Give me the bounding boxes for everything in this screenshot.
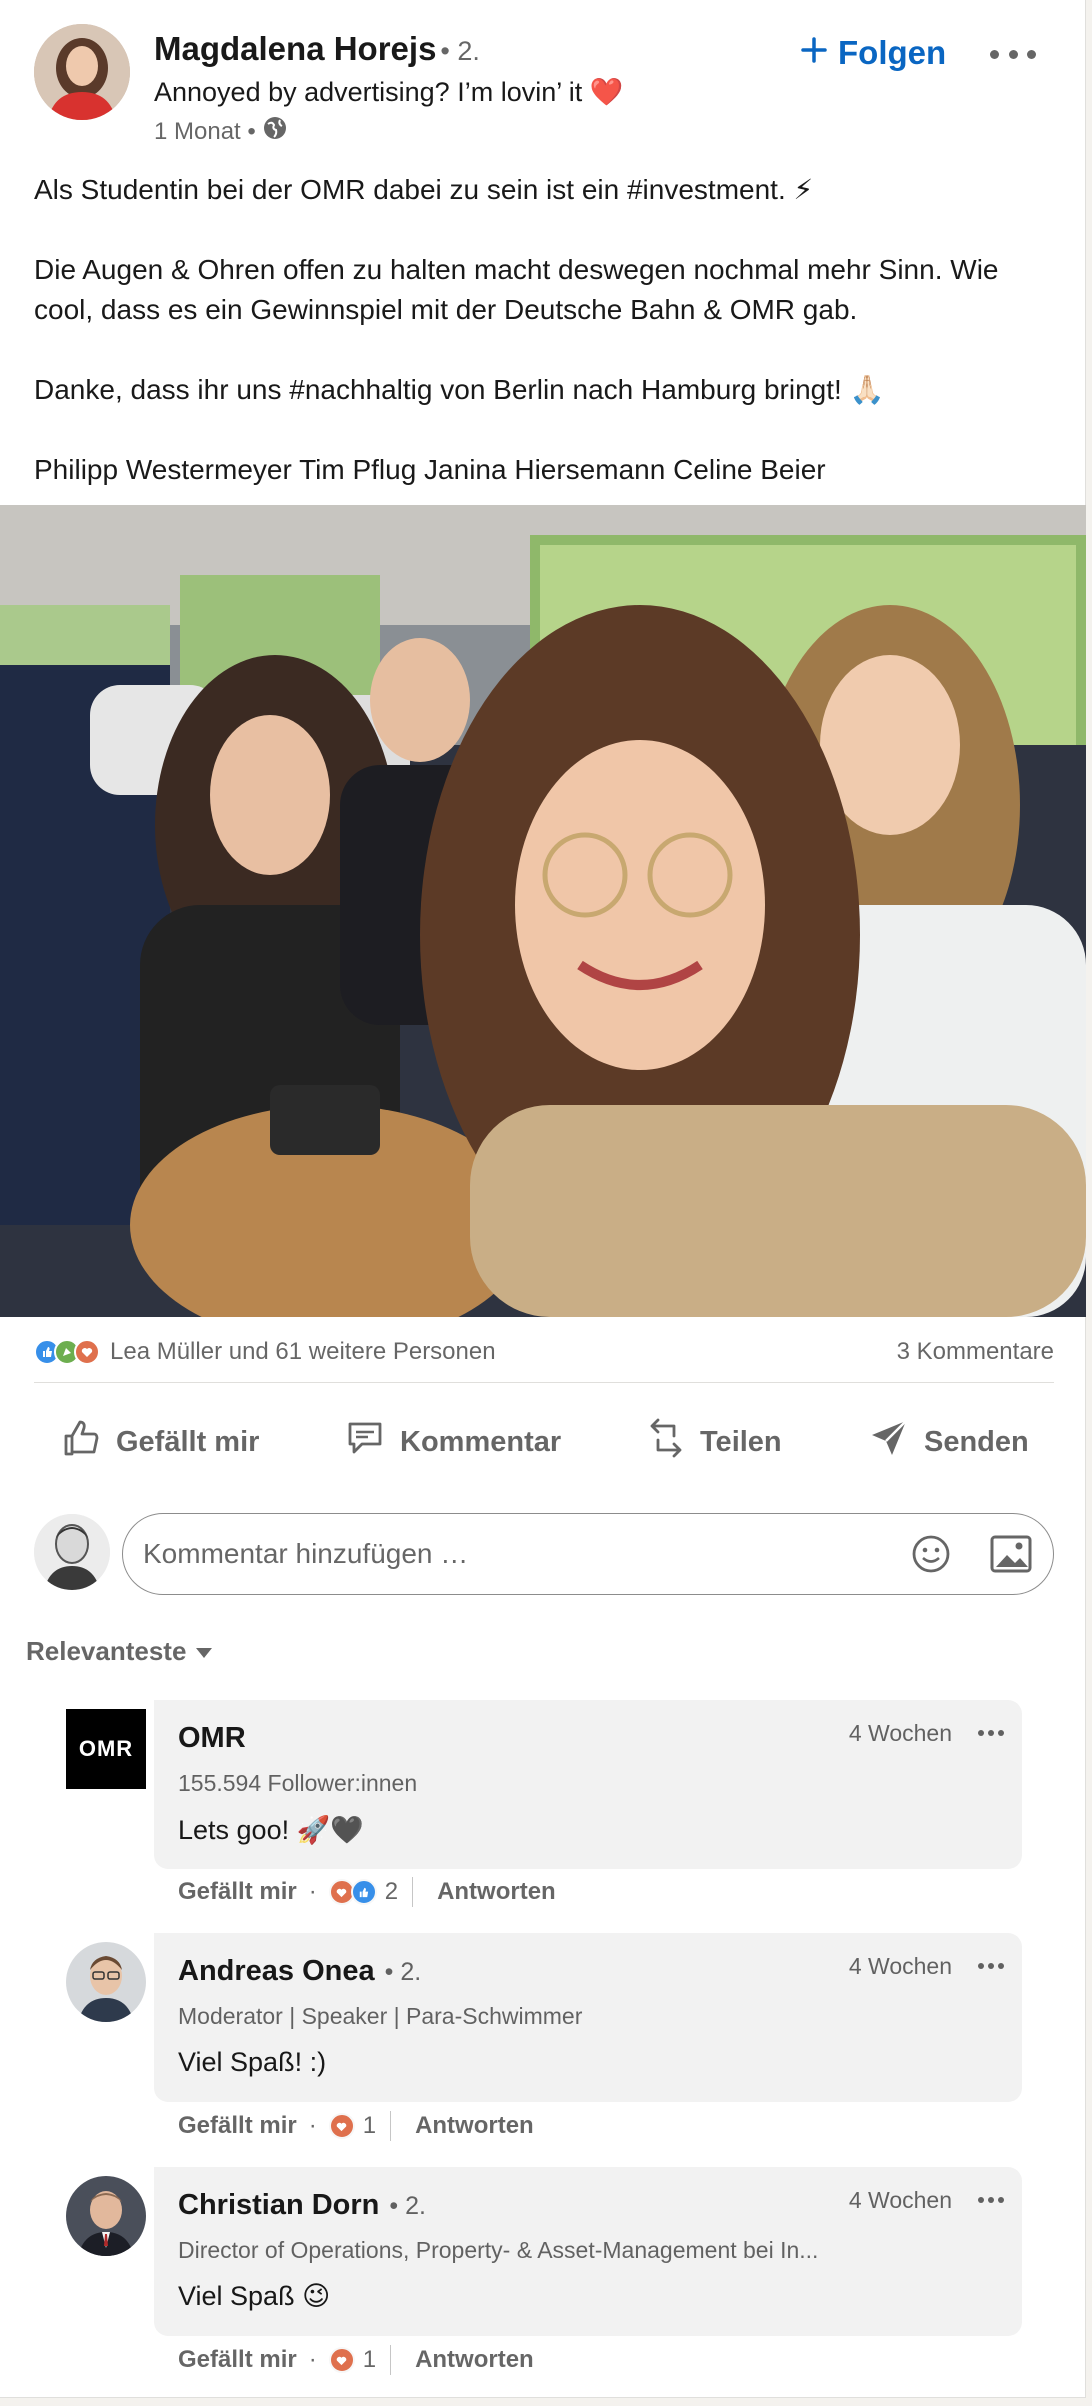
comment-text: Viel Spaß! :) — [178, 2047, 327, 2077]
comments-count[interactable]: 3 Kommentare — [897, 1338, 1054, 1366]
commenter-subtitle: 155.594 Follower:innen — [178, 1770, 418, 1796]
commenter-avatar[interactable] — [66, 1942, 146, 2022]
post-paragraph: Als Studentin bei der OMR dabei zu sein … — [34, 174, 814, 205]
comment-time: 4 Wochen — [848, 1720, 952, 1746]
comment-button[interactable]: Kommentar — [344, 1408, 561, 1476]
company-logo[interactable]: OMR — [66, 1709, 146, 1789]
comment-like-button[interactable]: Gefällt mir — [178, 1878, 297, 1906]
send-button[interactable]: Senden — [868, 1408, 1029, 1476]
social-counts: Lea Müller und 61 weitere Personen 3 Kom… — [34, 1334, 1054, 1370]
commenter-avatar[interactable] — [66, 2176, 146, 2256]
comment-like-button[interactable]: Gefällt mir — [178, 2112, 297, 2140]
post-paragraph: Die Augen & Ohren offen zu halten macht … — [34, 254, 999, 325]
post-time: 1 Monat • — [154, 117, 256, 145]
comment-reaction-count[interactable]: 1 — [363, 2346, 376, 2374]
thumbs-up-icon — [62, 1418, 102, 1466]
comment-menu-icon[interactable] — [978, 1730, 1004, 1738]
repost-label: Teilen — [700, 1425, 782, 1458]
comment-bubble: OMR 155.594 Follower:innen Lets goo! 🚀🖤 … — [154, 1700, 1022, 1869]
post-body: Als Studentin bei der OMR dabei zu sein … — [34, 170, 1064, 530]
comment-actions: Gefällt mir · 1 Antworten — [178, 2108, 534, 2144]
divider — [390, 2111, 392, 2141]
divider — [34, 1382, 1054, 1383]
send-icon — [868, 1417, 910, 1467]
reactions-text[interactable]: Lea Müller und 61 weitere Personen — [110, 1338, 496, 1366]
repost-button[interactable]: Teilen — [646, 1408, 782, 1476]
comment-bubble: Christian Dorn • 2. Director of Operation… — [154, 2167, 1022, 2336]
follow-label: Folgen — [838, 34, 947, 71]
send-label: Senden — [924, 1425, 1029, 1458]
post-meta: 1 Monat • — [154, 115, 288, 148]
love-reaction-icon — [328, 2347, 355, 2373]
comment-menu-icon[interactable] — [978, 2197, 1004, 2205]
comment-time: 4 Wochen — [848, 1953, 952, 1979]
separator-dot: · — [308, 2112, 317, 2139]
post-paragraph: Danke, dass ihr uns #nachhaltig von Berl… — [34, 374, 885, 405]
comment-menu-icon[interactable] — [978, 1963, 1004, 1971]
comment-like-button[interactable]: Gefällt mir — [178, 2346, 297, 2374]
reactions-summary[interactable]: Lea Müller und 61 weitere Personen — [34, 1338, 496, 1366]
reply-button[interactable]: Antworten — [415, 2346, 534, 2374]
post-card: Magdalena Horejs • 2. Annoyed by advertis… — [0, 0, 1086, 2398]
author-headline: Annoyed by advertising? I’m lovin’ it ❤️ — [154, 77, 624, 107]
post-paragraph: Philipp Westermeyer Tim Pflug Janina Hie… — [34, 454, 826, 485]
current-user-avatar — [34, 1514, 110, 1590]
comment-placeholder: Kommentar hinzufügen … — [143, 1538, 469, 1569]
connection-degree: • 2. — [389, 2192, 426, 2220]
commenter-name[interactable]: Christian Dorn • 2. — [178, 2189, 426, 2222]
connection-degree: • 2. — [440, 36, 480, 66]
post-image[interactable] — [0, 505, 1086, 1317]
love-reaction-icon — [74, 1339, 100, 1365]
image-icon[interactable] — [990, 1535, 1032, 1578]
repost-icon — [646, 1416, 686, 1468]
commenter-subtitle: Director of Operations, Property- & Asse… — [178, 2237, 819, 2263]
like-label: Gefällt mir — [116, 1425, 260, 1458]
commenter-subtitle: Moderator | Speaker | Para-Schwimmer — [178, 2003, 583, 2029]
comment-actions: Gefällt mir · 1 Antworten — [178, 2342, 534, 2378]
comment-sort-dropdown[interactable]: Relevanteste — [26, 1636, 214, 1667]
reply-button[interactable]: Antworten — [415, 2112, 534, 2140]
comment-text: Viel Spaß 😉 — [178, 2281, 331, 2311]
comment-text: Lets goo! 🚀🖤 — [178, 1815, 364, 1845]
emoji-icon[interactable] — [910, 1533, 952, 1580]
separator-dot: · — [308, 1878, 317, 1905]
divider — [412, 1877, 414, 1907]
author-name[interactable]: Magdalena Horejs • 2. — [154, 30, 480, 68]
like-button[interactable]: Gefällt mir — [62, 1408, 259, 1476]
comment-time: 4 Wochen — [848, 2187, 952, 2213]
globe-icon — [262, 115, 288, 148]
separator-dot: · — [308, 2346, 317, 2373]
comment-actions: Gefällt mir · 2 Antworten — [178, 1874, 556, 1910]
reply-button[interactable]: Antworten — [437, 1878, 556, 1906]
comment-reaction-count[interactable]: 1 — [363, 2112, 376, 2140]
follow-button[interactable]: Folgen — [800, 34, 946, 72]
post-menu-icon[interactable] — [990, 44, 1036, 64]
author-avatar[interactable] — [34, 24, 130, 120]
caret-down-icon — [194, 1636, 214, 1667]
connection-degree: • 2. — [384, 1958, 422, 1986]
sort-label: Relevanteste — [26, 1636, 187, 1666]
commenter-name[interactable]: OMR — [178, 1722, 246, 1755]
like-reaction-icon — [350, 1879, 377, 1905]
comment-icon — [344, 1418, 386, 1466]
comment-label: Kommentar — [400, 1425, 562, 1458]
commenter-name[interactable]: Andreas Onea • 2. — [178, 1955, 421, 1988]
love-reaction-icon — [328, 2113, 355, 2139]
plus-icon — [800, 34, 828, 72]
divider — [390, 2345, 392, 2375]
comment-reaction-count[interactable]: 2 — [385, 1878, 398, 1906]
comment-bubble: Andreas Onea • 2. Moderator | Speaker | P… — [154, 1933, 1022, 2102]
